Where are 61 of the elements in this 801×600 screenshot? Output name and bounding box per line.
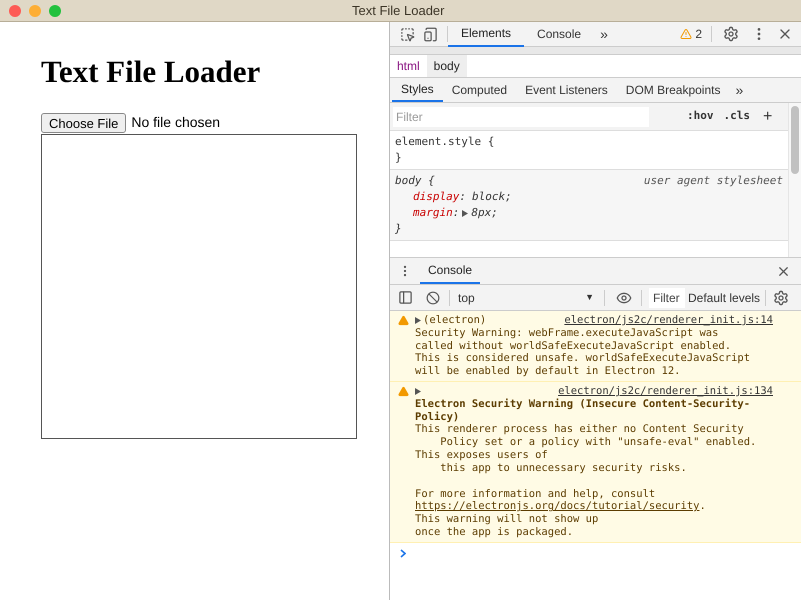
styles-filter-field[interactable]: Filter (393, 106, 649, 126)
breadcrumb-item[interactable]: html (390, 55, 427, 77)
source-link[interactable]: electron/js2c/renderer_init.js:134 (558, 384, 773, 398)
styles-pane-tab[interactable]: Computed (442, 78, 516, 102)
warning-count[interactable]: 2 (695, 25, 702, 43)
hov-button[interactable]: :hov (687, 108, 714, 125)
rule-source: user agent stylesheet (644, 173, 783, 189)
warning-title: Electron Security Warning (Insecure Content-Security-Policy) (415, 398, 752, 424)
property-value: block; (472, 189, 512, 205)
message-text: Policy set or a policy with "unsafe-eval" enabled. (439, 436, 758, 449)
rule-selector: body { (395, 173, 435, 189)
property-name: display (413, 189, 460, 205)
message-text: . (699, 500, 706, 514)
message-text: will be enabled by default in Electron 12. (415, 365, 682, 378)
new-rule-button[interactable]: + (763, 108, 772, 124)
prompt-chevron-icon[interactable] (400, 548, 406, 558)
devtools-tab[interactable]: Console (524, 22, 594, 46)
message-text: called without worldSafeExecuteJavaScript enabled. (415, 340, 732, 352)
property-colon: : (452, 205, 460, 221)
warning-icon (398, 386, 409, 397)
message-text: this app to unnecessary security risks. (439, 462, 688, 475)
clear-console-icon[interactable] (426, 290, 440, 304)
cls-button[interactable]: .cls (724, 108, 750, 125)
file-status: No file chosen (131, 113, 220, 132)
property-colon: : (459, 189, 466, 205)
page-heading: Text File Loader (41, 54, 262, 90)
eye-icon[interactable] (616, 290, 632, 306)
warning-icon (398, 315, 409, 326)
log-levels-dropdown[interactable]: Default levels (688, 288, 760, 306)
styles-pane-tab[interactable]: Event Listeners (516, 78, 617, 102)
settings-icon[interactable] (773, 290, 790, 306)
message-text: This exposes users of (415, 448, 549, 462)
sidebar-toggle-icon[interactable] (398, 290, 413, 305)
message-text: once the app is packaged. (415, 526, 574, 539)
more-tabs-button[interactable]: » (600, 24, 608, 44)
message-text: This is considered unsafe. worldSafeExecuteJavaScript (415, 352, 752, 366)
choose-file-button[interactable]: Choose File (41, 112, 126, 132)
breadcrumb-item[interactable]: body (426, 55, 467, 77)
inspect-icon[interactable] (400, 26, 415, 42)
settings-icon[interactable] (723, 26, 739, 42)
rule-close: } (395, 150, 403, 166)
property-value: 8px; (471, 205, 498, 221)
more-tabs-button[interactable]: » (735, 80, 744, 100)
message-prefix: (electron) (423, 314, 486, 327)
console-filter-field[interactable]: Filter (649, 288, 685, 308)
property-name: margin (413, 205, 453, 221)
styles-pane-tab[interactable]: DOM Breakpoints (616, 78, 730, 102)
device-toolbar-icon[interactable] (423, 26, 438, 42)
expand-triangle-icon[interactable] (462, 210, 468, 216)
expand-triangle-icon[interactable] (415, 388, 421, 395)
rule-selector: element.style { (395, 134, 494, 150)
window-title: Text File Loader (352, 2, 444, 20)
message-text: For more information and help, consult (415, 488, 656, 500)
source-link[interactable]: electron/js2c/renderer_init.js:14 (564, 314, 773, 327)
message-text: This warning will not show up (415, 513, 600, 526)
expand-triangle-icon[interactable] (415, 316, 421, 324)
docs-link[interactable]: https://electronjs.org/docs/tutorial/security (415, 500, 700, 514)
rule-close: } (395, 221, 403, 237)
context-dropdown[interactable]: top ▼ (458, 288, 594, 306)
message-text: Security Warning: webFrame.executeJavaScript was (415, 326, 720, 340)
message-text: This renderer process has either no Content Security (415, 423, 745, 436)
